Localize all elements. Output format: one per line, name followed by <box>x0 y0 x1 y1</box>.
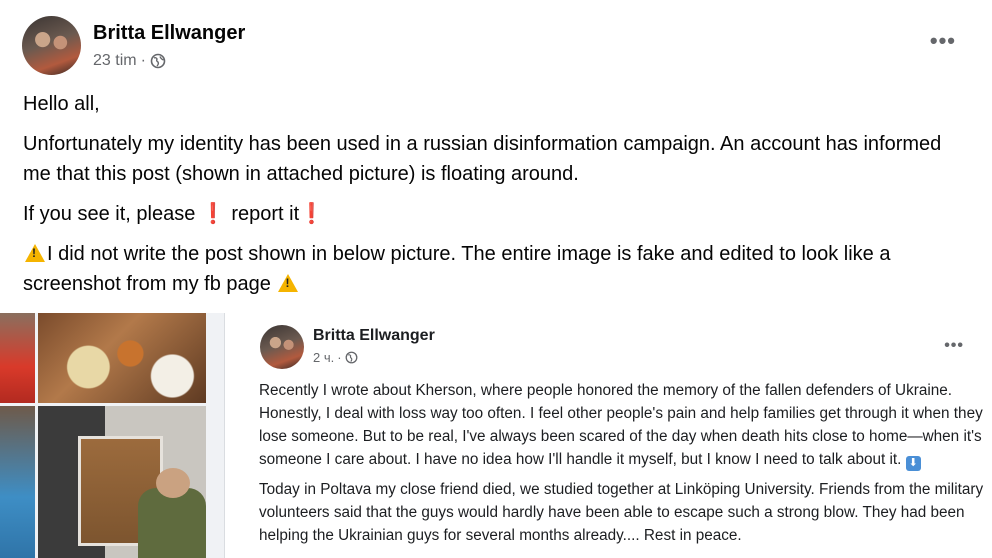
meta-separator: · <box>140 52 146 69</box>
photo-tile-volunteer <box>38 406 206 558</box>
exclamation-icon: ❗ <box>200 203 226 225</box>
inner-paragraph-1-text: Recently I wrote about Kherson, where pe… <box>259 382 983 468</box>
inner-author-name: Britta Ellwanger <box>313 327 435 344</box>
person-figure <box>138 488 206 558</box>
post-body: Hello all, Unfortunately my identity has… <box>23 89 973 309</box>
paragraph-report-request: If you see it, please ❗ report it❗ <box>23 199 973 229</box>
inner-meta-separator: · <box>337 350 342 365</box>
paragraph-explanation: Unfortunately my identity has been used … <box>23 133 942 185</box>
globe-icon[interactable] <box>150 53 166 69</box>
person-head <box>156 468 190 498</box>
report-request-text: If you see it, please <box>23 203 196 225</box>
attached-image[interactable]: Britta Ellwanger 2 ч. · ••• Recently I w… <box>0 313 992 558</box>
inner-post-body: Recently I wrote about Kherson, where pe… <box>259 379 987 554</box>
inner-author-avatar <box>260 325 304 369</box>
warning-icon <box>278 274 299 292</box>
warning-text: I did not write the post shown in below … <box>23 243 891 295</box>
photo-tile <box>0 406 35 558</box>
author-name[interactable]: Britta Ellwanger <box>93 22 245 45</box>
warning-icon <box>25 244 45 262</box>
photo-collage <box>0 313 206 558</box>
globe-icon <box>345 351 358 364</box>
author-avatar[interactable] <box>22 16 81 75</box>
report-it-text: report it <box>231 203 300 225</box>
inner-post-meta: 2 ч. · <box>313 350 358 365</box>
inner-paragraph-2: Today in Poltava my close friend died, w… <box>259 481 984 544</box>
down-arrow-icon: ⬇ <box>905 456 921 471</box>
inner-more-options-icon: ••• <box>944 337 964 354</box>
inner-paragraph-1: Recently I wrote about Kherson, where pe… <box>259 379 987 471</box>
post-meta: 23 tim · <box>93 52 166 70</box>
exclamation-icon: ❗ <box>299 203 325 225</box>
photo-tile <box>0 313 35 403</box>
paragraph-warning: I did not write the post shown in below … <box>23 239 973 299</box>
more-options-icon[interactable]: ••• <box>930 30 956 52</box>
inner-post-time: 2 ч. <box>313 350 335 365</box>
fake-post-screenshot: Britta Ellwanger 2 ч. · ••• Recently I w… <box>224 313 992 558</box>
post-time[interactable]: 23 tim <box>93 52 137 70</box>
post-header: Britta Ellwanger 23 tim · ••• <box>22 16 972 78</box>
paragraph-greeting: Hello all, <box>23 93 100 115</box>
photo-tile-food <box>38 313 206 403</box>
